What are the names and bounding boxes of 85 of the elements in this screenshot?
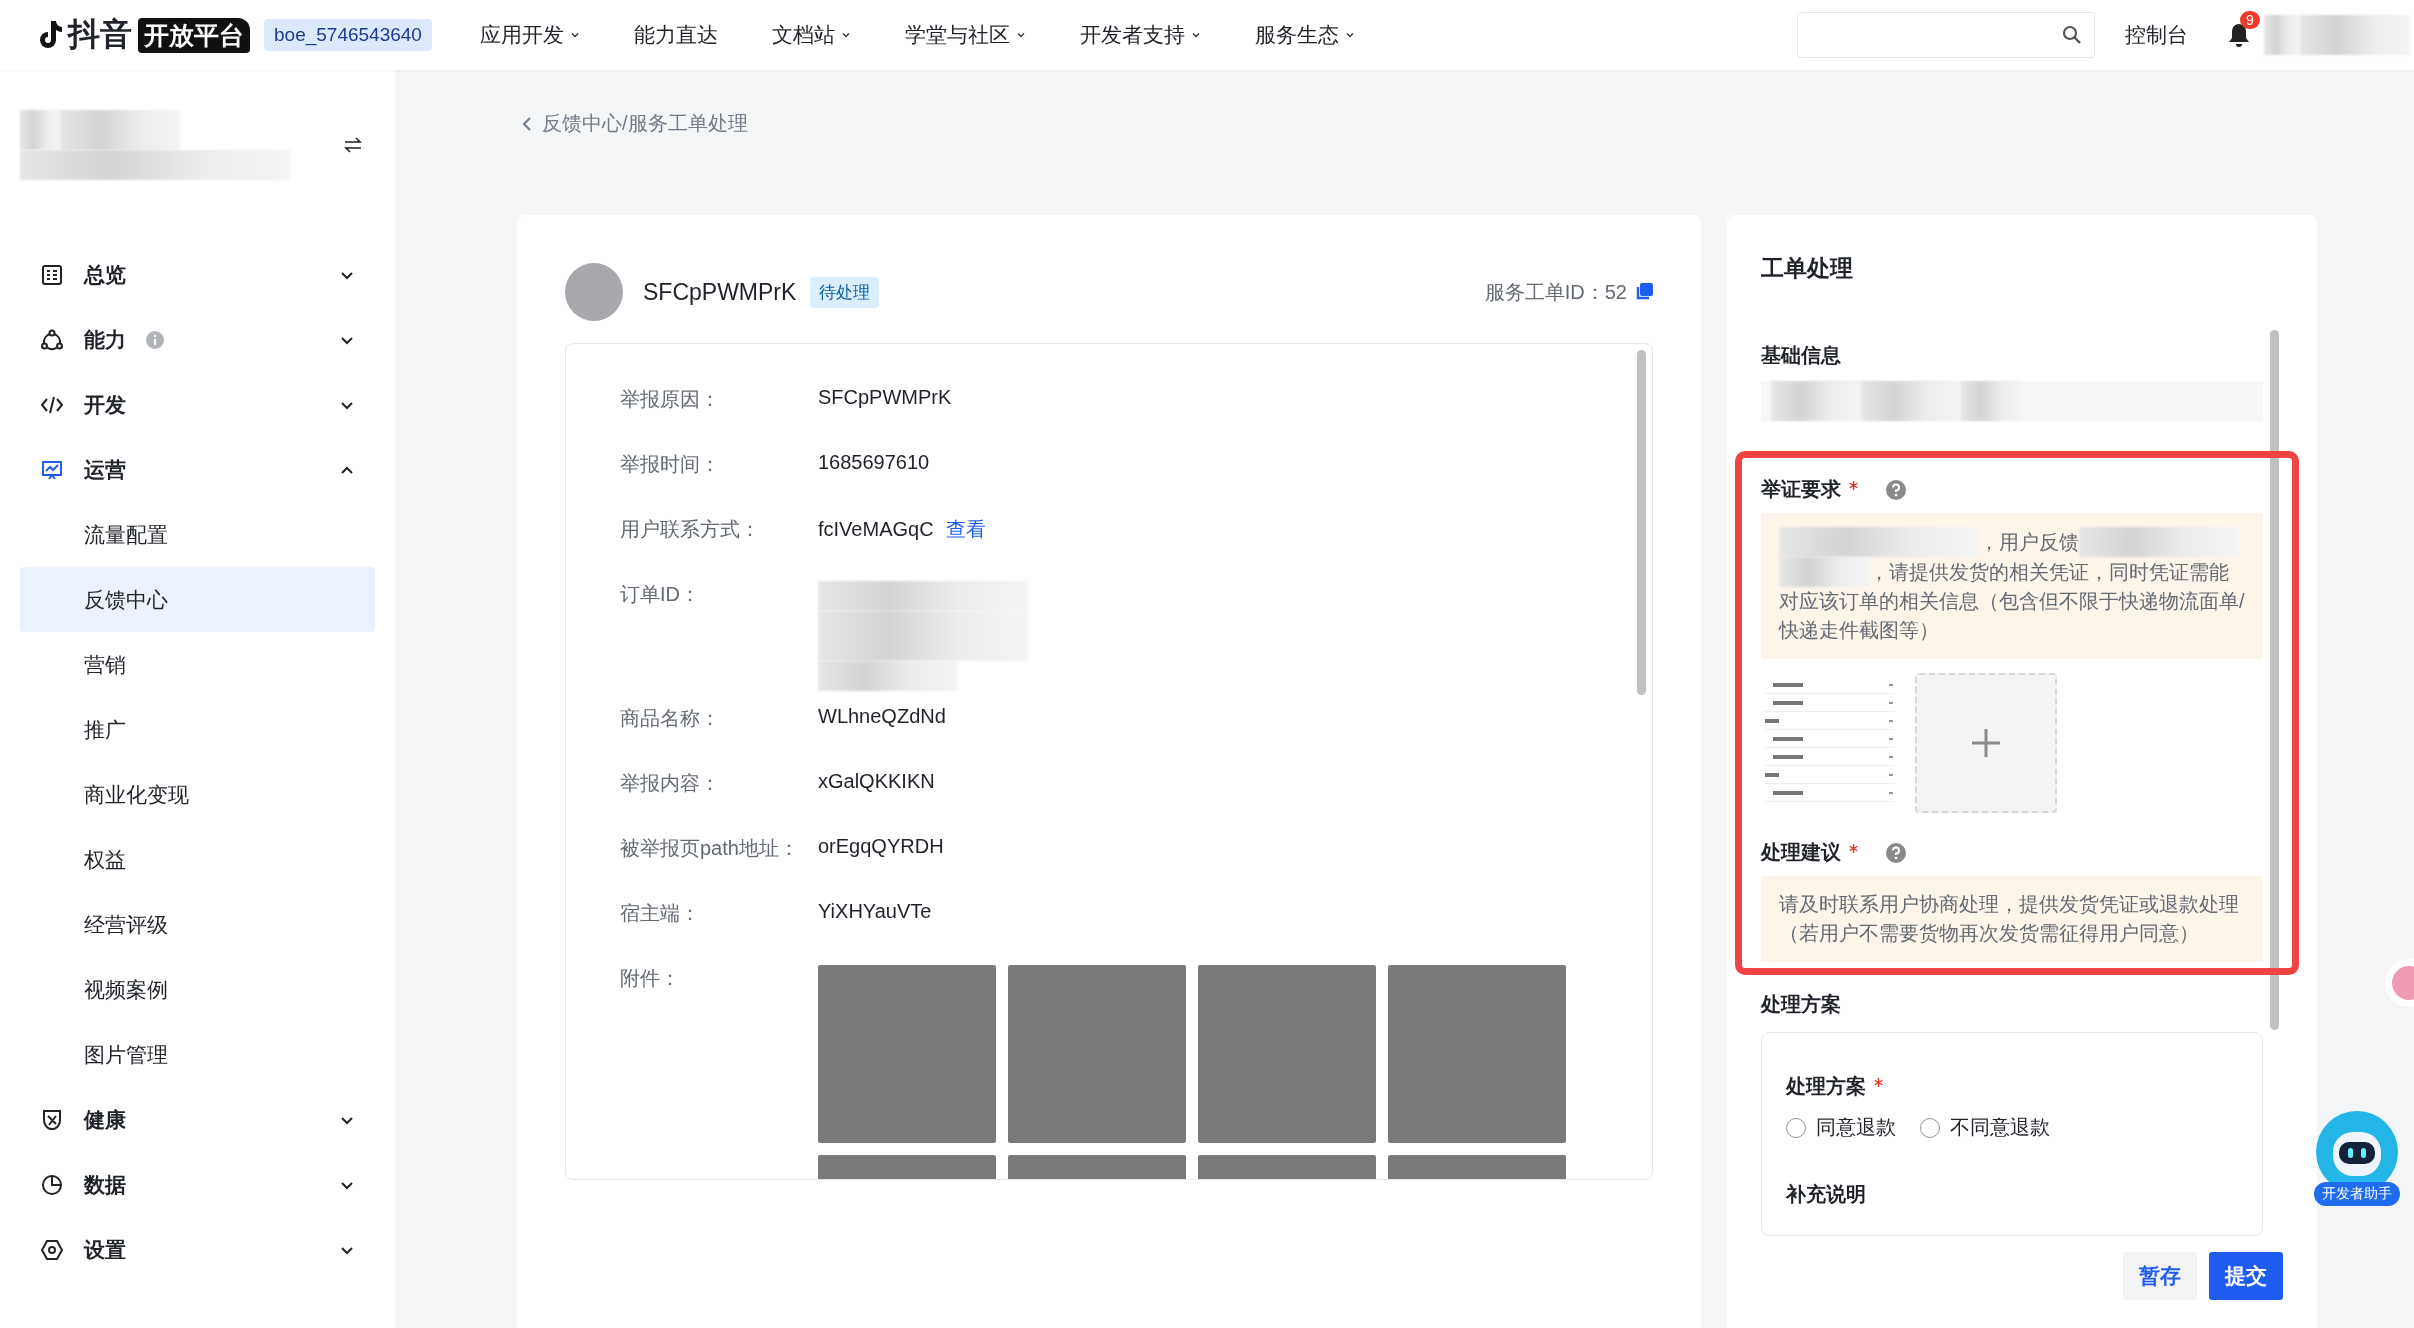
music-note-icon	[38, 21, 62, 49]
switch-icon[interactable]	[343, 137, 363, 153]
advice-text: 请及时联系用户协商处理，提供发货凭证或退款处理（若用户不需要货物再次发货需征得用户同意）	[1761, 876, 2263, 962]
notification-badge: 9	[2240, 11, 2260, 29]
scrollbar[interactable]	[2270, 330, 2279, 1030]
logo-badge: 开放平台	[138, 17, 250, 53]
sidebar-subitem[interactable]: 视频案例	[20, 957, 375, 1022]
chevron-icon	[569, 30, 580, 40]
sidebar-subitem[interactable]: 流量配置	[20, 502, 375, 567]
upload-button[interactable]	[1915, 673, 2057, 813]
field-label: 用户联系方式：	[620, 517, 761, 542]
sidebar-item[interactable]: 运营	[20, 437, 375, 502]
sidebar-subitem[interactable]: 图片管理	[20, 1022, 375, 1087]
sidebar-item[interactable]: 设置	[20, 1217, 375, 1282]
back-icon[interactable]	[522, 115, 532, 132]
sidebar-subitem[interactable]: 推广	[20, 697, 375, 762]
sidebar-subitem[interactable]: 经营评级	[20, 892, 375, 957]
account-tag: boe_5746543640	[264, 19, 432, 51]
nav-menu-item[interactable]: 能力直达	[633, 21, 718, 49]
field-title: 举证要求	[1761, 477, 1841, 502]
field-value: fcIVeMAGqC	[818, 518, 934, 540]
section-title: 处理方案	[1761, 992, 1842, 1017]
field-title: 处理建议	[1761, 840, 1841, 865]
radio-option[interactable]: 同意退款	[1786, 1114, 1896, 1141]
field-value: YiXHYauVTe	[818, 900, 932, 922]
field-title: 处理方案	[1786, 1074, 1866, 1099]
field-label: 宿主端：	[620, 901, 701, 926]
field-label: 订单ID：	[620, 582, 701, 607]
status-tag: 待处理	[810, 276, 880, 308]
nav-menu-item[interactable]: 开发者支持	[1079, 21, 1201, 49]
breadcrumb[interactable]: 反馈中心/服务工单处理	[542, 110, 748, 137]
save-button[interactable]: 暂存	[2123, 1252, 2197, 1300]
copy-icon[interactable]	[1635, 283, 1653, 301]
field-value: SFCpPWMPrK	[818, 386, 952, 408]
scrollbar[interactable]	[1637, 350, 1646, 695]
sidebar-subitem[interactable]: 反馈中心	[20, 567, 375, 632]
search-icon	[2062, 25, 2082, 45]
field-label: 举报内容：	[620, 771, 721, 796]
panel-title: 工单处理	[1761, 254, 1854, 283]
attachment-thumbnail[interactable]	[1388, 965, 1566, 1143]
field-value: WLhneQZdNd	[818, 705, 946, 727]
field-label: 举报时间：	[620, 452, 721, 477]
attachment-thumbnail[interactable]	[1198, 965, 1376, 1143]
help-icon[interactable]	[1886, 842, 1906, 863]
logo-text: 抖音	[68, 15, 132, 54]
nav-menu-item[interactable]: 应用开发	[479, 21, 580, 49]
ticket-name: SFCpPWMPrK	[643, 278, 797, 306]
field-label: 商品名称：	[620, 706, 721, 731]
submit-button[interactable]: 提交	[2209, 1252, 2283, 1300]
chevron-icon	[1344, 30, 1355, 40]
field-value: xGalQKKIKN	[818, 770, 935, 792]
field-label: 被举报页path地址：	[620, 836, 800, 861]
field-label: 举报原因：	[620, 387, 721, 412]
evidence-text: ，用户反馈	[1979, 529, 2079, 555]
console-link[interactable]: 控制台	[2125, 21, 2188, 49]
help-icon[interactable]	[1886, 479, 1906, 500]
evidence-text: ，请提供发货的相关凭证，同时凭证需能	[1869, 559, 2229, 585]
sidebar-subitem[interactable]: 商业化变现	[20, 762, 375, 827]
chevron-icon	[1190, 30, 1201, 40]
field-title: 补充说明	[1786, 1182, 1866, 1207]
sidebar-item[interactable]: 总览	[20, 242, 375, 307]
chevron-icon	[1015, 30, 1026, 40]
sidebar-item[interactable]: 开发	[20, 372, 375, 437]
sidebar-subitem[interactable]: 营销	[20, 632, 375, 697]
evidence-text: 对应该订单的相关信息（包含但不限于快递物流面单/快递走件截图等）	[1779, 589, 2245, 643]
plus-icon	[1972, 729, 2000, 757]
chevron-icon	[840, 30, 851, 40]
attachment-thumbnail[interactable]	[818, 965, 996, 1143]
field-value: orEgqQYRDH	[818, 835, 944, 857]
nav-menu-item[interactable]: 学堂与社区	[904, 21, 1026, 49]
sidebar-item[interactable]: 能力	[20, 307, 375, 372]
sidebar-item[interactable]: 健康	[20, 1087, 375, 1152]
nav-menu-item[interactable]: 服务生态	[1254, 21, 1355, 49]
view-link[interactable]: 查看	[945, 518, 986, 540]
bell-icon[interactable]	[2228, 23, 2250, 47]
search-field[interactable]	[1797, 12, 2095, 58]
field-label: 附件：	[620, 966, 681, 991]
ticket-id: 服务工单ID：52	[1484, 279, 1627, 305]
sidebar-subitem[interactable]: 权益	[20, 827, 375, 892]
attachment-thumbnail[interactable]	[1008, 965, 1186, 1143]
radio-option[interactable]: 不同意退款	[1920, 1114, 2050, 1141]
field-value: 1685697610	[818, 451, 930, 473]
nav-menu-item[interactable]: 文档站	[771, 21, 851, 49]
section-title: 基础信息	[1761, 343, 1842, 368]
sidebar-item[interactable]: 数据	[20, 1152, 375, 1217]
